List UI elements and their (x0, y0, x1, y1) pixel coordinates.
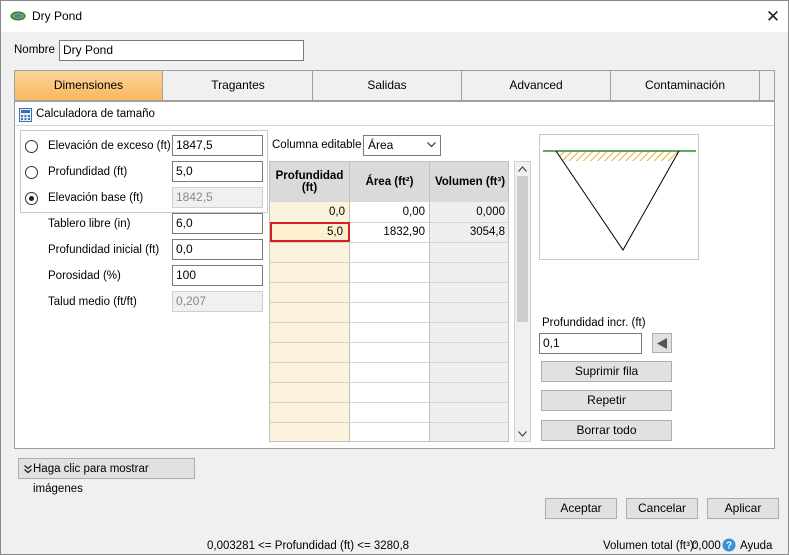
delete-row-button[interactable]: Suprimir fila (541, 361, 672, 382)
cross-section-diagram (539, 134, 699, 260)
radio-elevacion-base[interactable] (25, 192, 38, 205)
tab-contaminacion[interactable]: Contaminación (611, 71, 760, 100)
table-cell[interactable]: 0,0 (270, 202, 350, 222)
calculator-icon (19, 108, 32, 122)
profundidad-inicial-label: Profundidad inicial (ft) (48, 244, 160, 256)
tab-dimensiones[interactable]: Dimensiones (15, 71, 163, 100)
calculator-title: Calculadora de tamaño (36, 108, 155, 120)
column-header-profundidad[interactable]: Profundidad (ft) (270, 162, 350, 202)
apply-button[interactable]: Aplicar (707, 498, 779, 519)
clear-all-button[interactable]: Borrar todo (541, 420, 672, 441)
tablero-libre-field[interactable]: 6,0 (172, 213, 263, 234)
accept-button[interactable]: Aceptar (545, 498, 617, 519)
row-line (270, 422, 508, 423)
tab-advanced[interactable]: Advanced (462, 71, 611, 100)
radio-profundidad[interactable] (25, 166, 38, 179)
row-line (270, 302, 508, 303)
name-field[interactable]: Dry Pond (59, 40, 304, 61)
column-header-volumen[interactable]: Volumen (ft³) (430, 162, 508, 202)
svg-text:?: ? (726, 541, 732, 552)
tab-salidas[interactable]: Salidas (313, 71, 462, 100)
help-icon[interactable]: ? (722, 538, 736, 552)
editable-column-label: Columna editable (272, 139, 362, 151)
dialog-window: Dry Pond ✕ Nombre Dry Pond Dimensiones T… (0, 0, 789, 555)
cancel-button[interactable]: Cancelar (626, 498, 698, 519)
chevron-down-icon (427, 142, 436, 148)
tab-tragantes[interactable]: Tragantes (164, 71, 313, 100)
profundidad-label: Profundidad (ft) (48, 166, 128, 178)
tablero-libre-label: Tablero libre (in) (48, 218, 131, 230)
show-images-label: Haga clic para mostrar imágenes (33, 463, 149, 495)
elevacion-base-label: Elevación base (ft) (48, 192, 144, 204)
porosidad-field[interactable]: 100 (172, 265, 263, 286)
table-cell-selected[interactable]: 5,0 (270, 222, 350, 242)
scroll-up-icon[interactable] (518, 166, 527, 172)
row-line (270, 362, 508, 363)
profundidad-inicial-field[interactable]: 0,0 (172, 239, 263, 260)
divider (15, 125, 774, 126)
row-line (270, 282, 508, 283)
profundidad-field[interactable]: 5,0 (172, 161, 263, 182)
total-volume-value: 0,000 (692, 540, 721, 552)
row-line (270, 402, 508, 403)
elevacion-base-field: 1842,5 (172, 187, 263, 208)
show-images-button[interactable]: Haga clic para mostrar imágenes (18, 458, 195, 495)
arrow-left-icon (657, 338, 667, 349)
table-scrollbar[interactable] (514, 161, 531, 442)
editable-column-value: Área (368, 138, 394, 152)
depth-increment-field[interactable]: 0,1 (539, 333, 642, 354)
table-cell[interactable]: 1832,90 (350, 222, 430, 242)
pond-icon (10, 11, 26, 21)
name-label: Nombre (14, 44, 55, 56)
depth-increment-label: Profundidad incr. (ft) (542, 317, 646, 329)
tab-bar: Dimensiones Tragantes Salidas Advanced C… (14, 70, 775, 101)
table-cell: 3054,8 (469, 226, 505, 238)
close-icon[interactable]: ✕ (758, 1, 788, 32)
double-chevron-down-icon (24, 465, 32, 474)
help-label[interactable]: Ayuda (740, 540, 772, 552)
total-volume-label: Volumen total (ft³): (603, 540, 697, 552)
scroll-thumb[interactable] (517, 176, 528, 322)
row-line (270, 382, 508, 383)
elevacion-exceso-label: Elevación de exceso (ft) (48, 140, 171, 152)
porosidad-label: Porosidad (%) (48, 270, 121, 282)
editable-column-select[interactable]: Área (363, 135, 441, 156)
radio-elevacion-exceso[interactable] (25, 140, 38, 153)
title-bar: Dry Pond ✕ (1, 1, 788, 32)
repeat-button[interactable]: Repetir (541, 390, 672, 411)
talud-medio-label: Talud medio (ft/ft) (48, 296, 137, 308)
row-line (270, 242, 508, 243)
table-cell: 0,000 (476, 206, 505, 218)
column-header-area[interactable]: Área (ft²) (350, 162, 430, 202)
table-cell[interactable]: 0,00 (350, 202, 430, 222)
depth-range-status: 0,003281 <= Profundidad (ft) <= 3280,8 (207, 540, 410, 552)
window-title: Dry Pond (32, 9, 83, 23)
row-line (270, 322, 508, 323)
scroll-down-icon[interactable] (518, 431, 527, 437)
row-line (270, 342, 508, 343)
talud-medio-field: 0,207 (172, 291, 263, 312)
row-line (270, 262, 508, 263)
depth-area-table: Profundidad (ft) Área (ft²) Volumen (ft³… (269, 161, 509, 442)
elevacion-exceso-field[interactable]: 1847,5 (172, 135, 263, 156)
arrow-left-button[interactable] (652, 333, 672, 353)
